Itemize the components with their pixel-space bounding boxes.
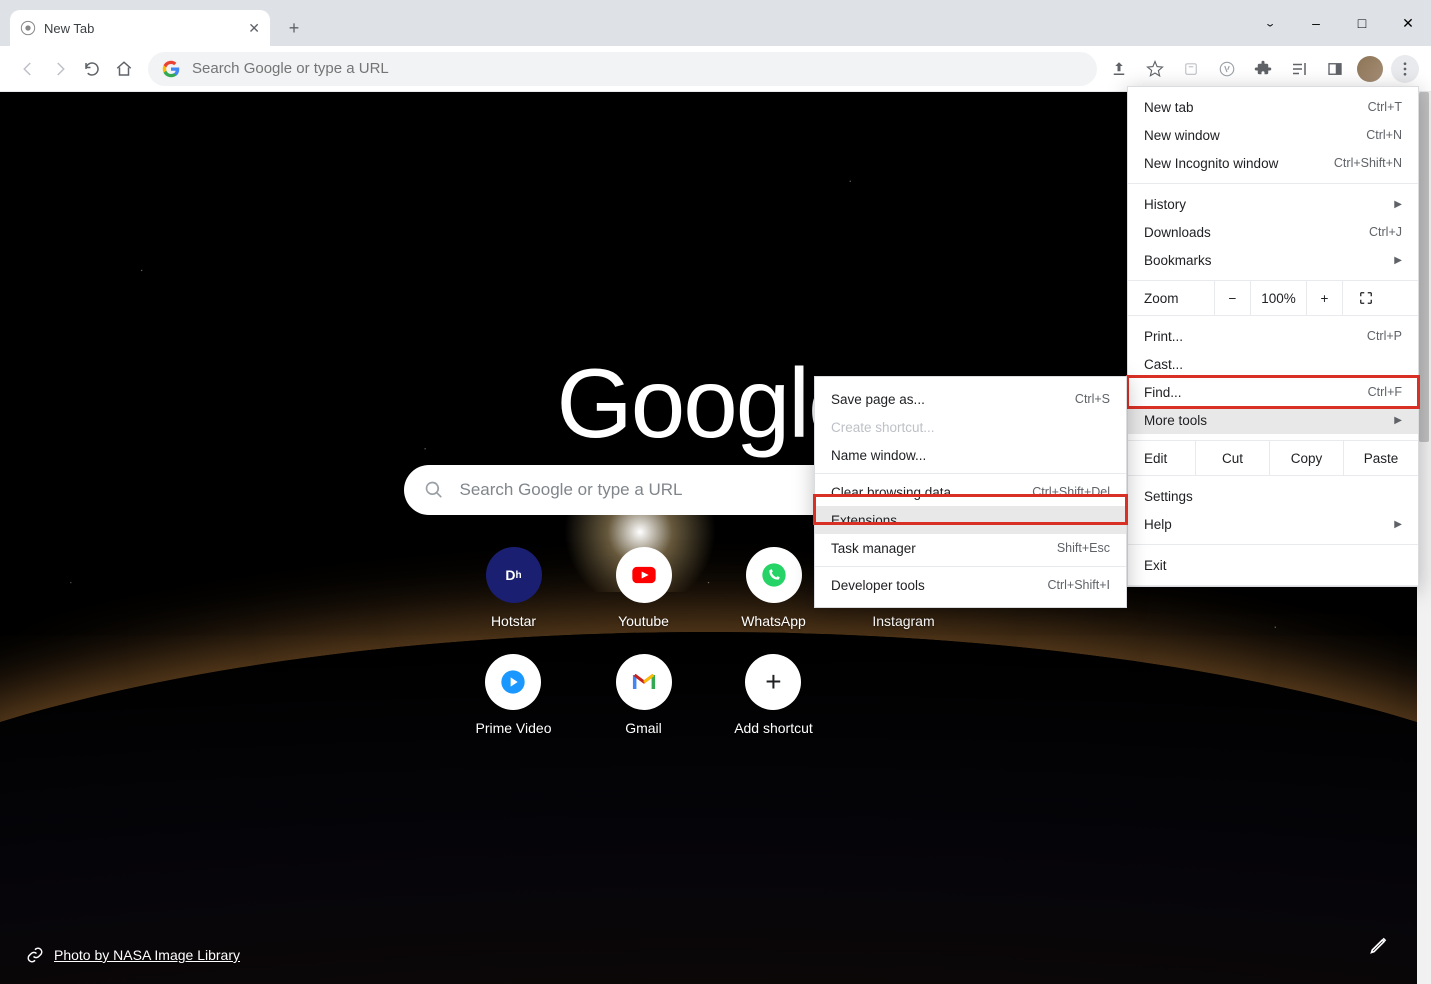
zoom-in-button[interactable]: + [1306,281,1342,315]
tab-strip: New Tab ✕ + ⌄ – □ ✕ [0,0,1431,46]
add-icon: + [745,654,801,710]
scrollbar-thumb[interactable] [1419,92,1429,442]
menu-new-tab[interactable]: New tabCtrl+T [1128,93,1418,121]
tab-title: New Tab [44,21,248,36]
extension-1-icon[interactable] [1177,55,1205,83]
more-tools-submenu: Save page as...Ctrl+S Create shortcut...… [814,376,1127,608]
shortcut-whatsapp[interactable]: WhatsApp [741,547,806,629]
submenu-name-window[interactable]: Name window... [815,441,1126,469]
menu-print[interactable]: Print...Ctrl+P [1128,322,1418,350]
profile-avatar[interactable] [1357,56,1383,82]
submenu-save-page[interactable]: Save page as...Ctrl+S [815,385,1126,413]
customize-pencil-icon[interactable] [1369,935,1389,960]
menu-settings[interactable]: Settings [1128,482,1418,510]
google-g-icon [162,60,180,78]
minimize-button[interactable]: – [1293,0,1339,46]
menu-zoom-row: Zoom − 100% + [1128,281,1418,315]
zoom-value: 100% [1250,281,1306,315]
shortcut-add[interactable]: +Add shortcut [734,654,813,736]
shortcut-youtube[interactable]: Youtube [616,547,672,629]
side-panel-icon[interactable] [1321,55,1349,83]
close-tab-icon[interactable]: ✕ [248,20,260,37]
chrome-main-menu: New tabCtrl+T New windowCtrl+N New Incog… [1127,86,1419,587]
omnibox[interactable] [148,52,1097,86]
shortcut-prime-video[interactable]: Prime Video [475,654,551,736]
menu-paste[interactable]: Paste [1344,441,1418,475]
submenu-arrow-icon: ▶ [1394,199,1402,210]
whatsapp-icon [746,547,802,603]
submenu-arrow-icon: ▶ [1394,415,1402,426]
shortcut-hotstar[interactable]: DhHotstar [486,547,542,629]
zoom-out-button[interactable]: − [1214,281,1250,315]
home-button[interactable] [108,53,140,85]
menu-bookmarks[interactable]: Bookmarks▶ [1128,246,1418,274]
back-button[interactable] [12,53,44,85]
submenu-arrow-icon: ▶ [1394,519,1402,530]
menu-cut[interactable]: Cut [1196,441,1270,475]
menu-history[interactable]: History▶ [1128,190,1418,218]
new-tab-button[interactable]: + [280,14,308,42]
menu-copy[interactable]: Copy [1270,441,1344,475]
submenu-arrow-icon: ▶ [1394,255,1402,266]
forward-button[interactable] [44,53,76,85]
menu-edit-row: Edit Cut Copy Paste [1128,441,1418,475]
shortcut-gmail[interactable]: Gmail [616,654,672,736]
gmail-icon [616,654,672,710]
menu-incognito[interactable]: New Incognito windowCtrl+Shift+N [1128,149,1418,177]
fullscreen-button[interactable] [1342,281,1388,315]
background-credit-link[interactable]: Photo by NASA Image Library [26,946,240,964]
submenu-extensions[interactable]: Extensions [815,506,1126,534]
maximize-button[interactable]: □ [1339,0,1385,46]
submenu-create-shortcut: Create shortcut... [815,413,1126,441]
scrollbar[interactable] [1417,92,1431,984]
menu-more-tools[interactable]: More tools▶ [1128,406,1418,434]
menu-downloads[interactable]: DownloadsCtrl+J [1128,218,1418,246]
prime-video-icon [485,654,541,710]
menu-exit[interactable]: Exit [1128,551,1418,579]
submenu-clear-data[interactable]: Clear browsing data...Ctrl+Shift+Del [815,478,1126,506]
bookmark-star-icon[interactable] [1141,55,1169,83]
reload-button[interactable] [76,53,108,85]
menu-cast[interactable]: Cast... [1128,350,1418,378]
reading-list-icon[interactable] [1285,55,1313,83]
submenu-task-manager[interactable]: Task managerShift+Esc [815,534,1126,562]
menu-new-window[interactable]: New windowCtrl+N [1128,121,1418,149]
menu-find[interactable]: Find...Ctrl+F [1128,378,1418,406]
submenu-dev-tools[interactable]: Developer toolsCtrl+Shift+I [815,571,1126,599]
share-icon[interactable] [1105,55,1133,83]
tab-search-dropdown-icon[interactable]: ⌄ [1247,7,1293,39]
search-icon [424,480,444,500]
more-menu-button[interactable] [1391,55,1419,83]
window-controls: ⌄ – □ ✕ [1247,0,1431,46]
browser-tab[interactable]: New Tab ✕ [10,10,270,46]
youtube-icon [616,547,672,603]
omnibox-input[interactable] [192,60,1083,77]
extensions-puzzle-icon[interactable] [1249,55,1277,83]
extension-2-icon[interactable] [1213,55,1241,83]
chrome-favicon [20,20,36,36]
link-icon [26,946,44,964]
close-window-button[interactable]: ✕ [1385,0,1431,46]
hotstar-icon: Dh [486,547,542,603]
menu-help[interactable]: Help▶ [1128,510,1418,538]
